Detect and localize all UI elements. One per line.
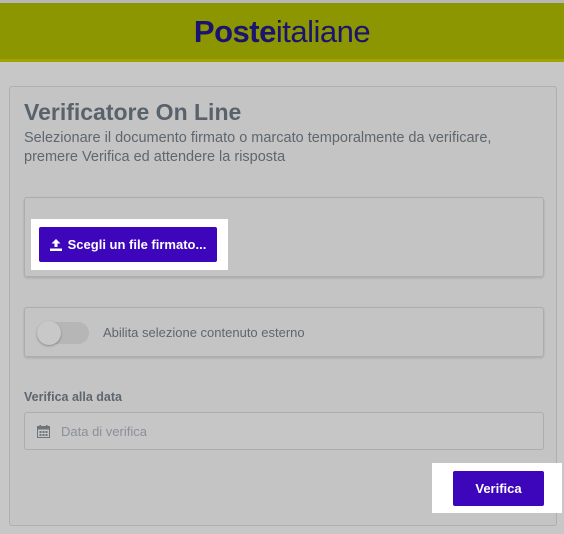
posteitaliane-logo: Posteitaliane — [193, 13, 371, 49]
toggle-knob — [37, 321, 61, 345]
choose-file-label: Scegli un file firmato... — [67, 237, 207, 252]
page-description: Selezionare il documento firmato o marca… — [24, 130, 492, 165]
external-content-label: Abilita selezione contenuto esterno — [103, 325, 305, 340]
date-field-label: Verifica alla data — [24, 390, 122, 404]
page-title: Verificatore On Line — [24, 99, 242, 125]
external-content-panel: Abilita selezione contenuto esterno — [24, 307, 544, 357]
date-input[interactable] — [61, 413, 531, 449]
logo-bold-text: Poste — [193, 13, 276, 49]
calendar-icon — [37, 425, 50, 438]
date-field-wrapper — [24, 412, 544, 450]
verify-button[interactable]: Verifica — [453, 471, 544, 506]
file-selection-panel: Scegli un file firmato... — [24, 197, 544, 277]
choose-file-button[interactable]: Scegli un file firmato... — [39, 227, 217, 262]
external-content-toggle[interactable] — [37, 321, 89, 345]
upload-icon — [49, 238, 62, 251]
verifier-card: Verificatore On Line Selezionare il docu… — [9, 86, 562, 526]
header-bar: Posteitaliane — [0, 0, 564, 62]
logo-light-text: italiane — [275, 13, 371, 49]
